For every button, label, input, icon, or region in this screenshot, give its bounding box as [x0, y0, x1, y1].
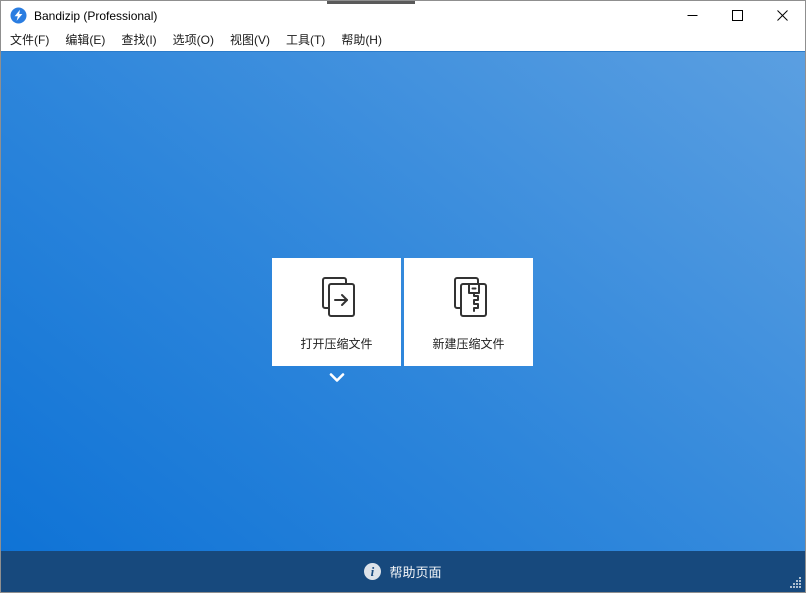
- info-icon: i: [364, 563, 382, 580]
- menu-view[interactable]: 视图(V): [222, 29, 278, 52]
- maximize-icon: [732, 10, 743, 21]
- action-cards: 打开压缩文件 新建压缩文件: [272, 258, 533, 366]
- help-page-label: 帮助页面: [389, 565, 442, 580]
- help-bar[interactable]: i 帮助页面: [1, 551, 805, 592]
- open-archive-label: 打开压缩文件: [300, 336, 373, 351]
- open-archive-card[interactable]: 打开压缩文件: [272, 258, 401, 366]
- minimize-icon: [687, 15, 698, 16]
- menu-find[interactable]: 查找(I): [113, 29, 164, 52]
- bandizip-logo-icon: [10, 7, 27, 24]
- new-archive-label: 新建压缩文件: [432, 336, 505, 351]
- new-archive-icon: [445, 275, 493, 326]
- close-icon: [777, 10, 788, 21]
- menubar: 文件(F) 编辑(E) 查找(I) 选项(O) 视图(V) 工具(T) 帮助(H…: [1, 30, 805, 51]
- menu-options[interactable]: 选项(O): [165, 29, 222, 52]
- menu-file[interactable]: 文件(F): [2, 29, 57, 52]
- minimize-button[interactable]: [670, 1, 715, 30]
- window-controls: [670, 1, 805, 30]
- menu-help[interactable]: 帮助(H): [333, 29, 390, 52]
- menu-edit[interactable]: 编辑(E): [57, 29, 113, 52]
- new-archive-card[interactable]: 新建压缩文件: [404, 258, 533, 366]
- chevron-down-icon[interactable]: [328, 371, 346, 383]
- maximize-button[interactable]: [715, 1, 760, 30]
- menu-tools[interactable]: 工具(T): [278, 29, 333, 52]
- titlebar: Bandizip (Professional): [1, 1, 805, 30]
- resize-grip-icon[interactable]: [788, 575, 802, 589]
- workspace: 打开压缩文件 新建压缩文件: [1, 51, 805, 551]
- open-archive-icon: [313, 275, 361, 326]
- background-window-edge: [327, 1, 415, 4]
- window-title: Bandizip (Professional): [34, 8, 158, 23]
- bandizip-window: Bandizip (Professional) 文件(F) 编辑(E) 查找(I…: [0, 0, 806, 593]
- close-button[interactable]: [760, 1, 805, 30]
